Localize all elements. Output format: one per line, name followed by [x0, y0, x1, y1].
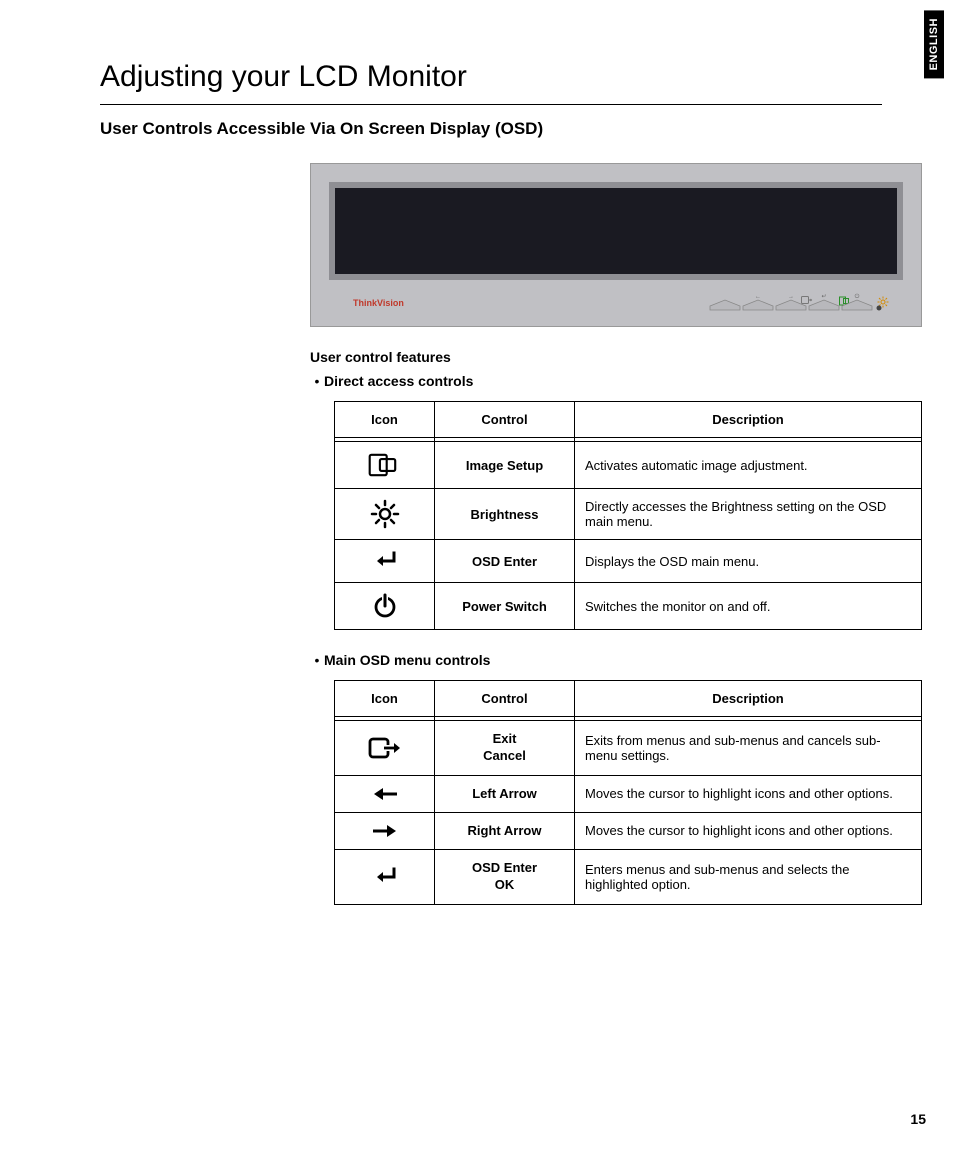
bullet-direct-label: Direct access controls: [324, 373, 473, 389]
page-content: Adjusting your LCD Monitor User Controls…: [0, 0, 954, 945]
brightness-icon: [335, 489, 435, 540]
description-cell: Displays the OSD main menu.: [575, 540, 922, 583]
monitor-buttons-strip: ← → ↵ ⏻: [705, 288, 885, 312]
bullet-direct-access: •Direct access controls: [310, 373, 922, 389]
monitor-button-panel: ← → ↵ ⏻: [801, 296, 895, 310]
horizontal-rule: [100, 104, 882, 105]
th-control: Control: [435, 681, 575, 717]
enter-icon: [335, 849, 435, 904]
power-icon: [335, 583, 435, 630]
bullet-main-osd: •Main OSD menu controls: [310, 652, 922, 668]
page-number: 15: [910, 1111, 926, 1127]
description-cell: Moves the cursor to highlight icons and …: [575, 812, 922, 849]
control-cell: OSD Enter: [435, 540, 575, 583]
description-cell: Moves the cursor to highlight icons and …: [575, 775, 922, 812]
description-cell: Activates automatic image adjustment.: [575, 442, 922, 489]
table-row: Left Arrow Moves the cursor to highlight…: [335, 775, 922, 812]
svg-text:↵: ↵: [821, 294, 826, 300]
table-row: OSD Enter Displays the OSD main menu.: [335, 540, 922, 583]
th-control: Control: [435, 402, 575, 438]
svg-text:←: ←: [755, 294, 761, 300]
control-cell: Brightness: [435, 489, 575, 540]
table-row: ExitCancel Exits from menus and sub-menu…: [335, 721, 922, 776]
th-icon: Icon: [335, 402, 435, 438]
table-row: Brightness Directly accesses the Brightn…: [335, 489, 922, 540]
description-cell: Enters menus and sub-menus and selects t…: [575, 849, 922, 904]
table-row: OSD EnterOK Enters menus and sub-menus a…: [335, 849, 922, 904]
control-cell: ExitCancel: [435, 721, 575, 776]
description-cell: Exits from menus and sub-menus and cance…: [575, 721, 922, 776]
description-cell: Directly accesses the Brightness setting…: [575, 489, 922, 540]
page-title: Adjusting your LCD Monitor: [100, 60, 882, 94]
table-row: Right Arrow Moves the cursor to highligh…: [335, 812, 922, 849]
main-osd-table: Icon Control Description ExitCancel Exit…: [334, 680, 922, 905]
language-tab: ENGLISH: [924, 10, 944, 78]
section-heading: User control features: [310, 349, 922, 365]
table-row: Power Switch Switches the monitor on and…: [335, 583, 922, 630]
image-setup-icon: [335, 442, 435, 489]
control-cell: Image Setup: [435, 442, 575, 489]
description-cell: Switches the monitor on and off.: [575, 583, 922, 630]
control-cell: Right Arrow: [435, 812, 575, 849]
monitor-illustration: ThinkVision: [310, 163, 922, 327]
control-cell: Left Arrow: [435, 775, 575, 812]
direct-access-table: Icon Control Description Image Setup Act…: [334, 401, 922, 630]
monitor-brand-label: ThinkVision: [353, 298, 404, 308]
exit-icon: [335, 721, 435, 776]
right-arrow-icon: [335, 812, 435, 849]
left-arrow-icon: [335, 775, 435, 812]
th-description: Description: [575, 402, 922, 438]
page-subtitle: User Controls Accessible Via On Screen D…: [100, 119, 882, 139]
enter-icon: [335, 540, 435, 583]
svg-text:→: →: [788, 294, 794, 300]
bullet-main-label: Main OSD menu controls: [324, 652, 490, 668]
th-description: Description: [575, 681, 922, 717]
table-row: Image Setup Activates automatic image ad…: [335, 442, 922, 489]
th-icon: Icon: [335, 681, 435, 717]
control-cell: OSD EnterOK: [435, 849, 575, 904]
control-cell: Power Switch: [435, 583, 575, 630]
svg-text:⏻: ⏻: [855, 293, 860, 300]
